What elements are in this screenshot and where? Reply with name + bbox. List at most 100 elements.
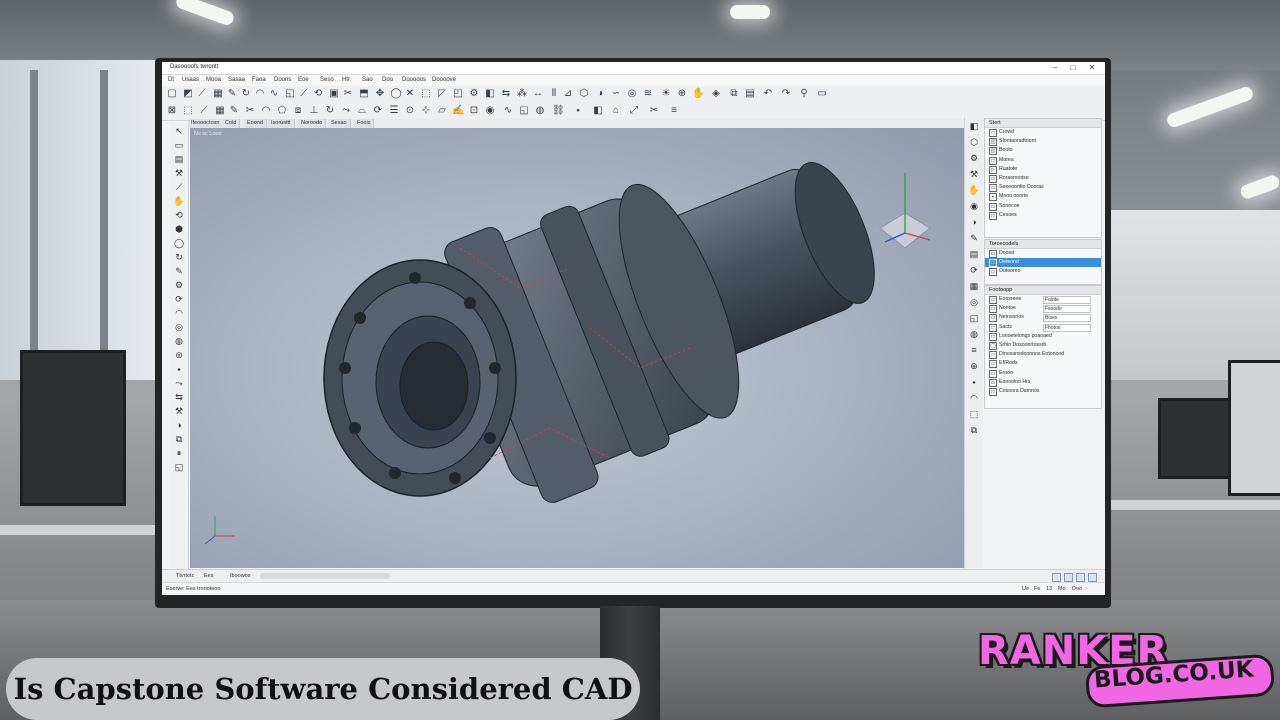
snap-icon[interactable]: ⊠ (166, 105, 178, 117)
axis-icon[interactable]: ⊹ (420, 105, 432, 117)
loop-icon[interactable]: ⟲ (172, 210, 186, 221)
note-icon[interactable]: ✍ (452, 105, 464, 117)
horizontal-scrollbar[interactable] (260, 573, 390, 579)
cut-icon[interactable]: ✂ (648, 105, 660, 117)
section-icon[interactable]: ◑ (967, 216, 981, 228)
assembly-icon[interactable]: ⧉ (172, 434, 186, 445)
line-icon[interactable]: ⟋ (198, 105, 210, 117)
tab-2[interactable]: Cold (222, 119, 241, 128)
select-icon[interactable]: ⬚ (420, 88, 432, 100)
pattern-icon[interactable]: ⁂ (516, 88, 528, 100)
circle-icon[interactable]: ◯ (172, 238, 186, 249)
tab-1[interactable]: Ifeoooctosn (188, 119, 224, 128)
refresh-icon[interactable]: ⟳ (172, 294, 186, 305)
display-row[interactable]: ▭ Outoomo (985, 267, 1101, 277)
box-icon[interactable]: ◱ (172, 462, 186, 473)
menu-item[interactable]: Doooove (432, 77, 456, 83)
loop-icon[interactable]: ⟲ (312, 88, 324, 100)
rotate-icon[interactable]: ↻ (172, 252, 186, 263)
redo-icon[interactable]: ↷ (780, 88, 792, 100)
circle-icon[interactable]: ◯ (390, 88, 402, 100)
param-input[interactable]: Bises (1043, 314, 1091, 323)
sweep-icon[interactable]: ⤳ (172, 378, 186, 389)
chain-icon[interactable]: ⛓ (552, 105, 565, 117)
hole-icon[interactable]: ⊚ (172, 350, 186, 361)
option-row[interactable]: □ Lonoetelongs poaoaed (985, 332, 1101, 341)
plane-icon[interactable]: ▱ (436, 105, 448, 117)
menu-item[interactable]: Usaas (182, 77, 199, 83)
pointer-icon[interactable]: ↖ (172, 126, 186, 137)
line-icon[interactable]: ⟋ (196, 88, 208, 100)
wrench-icon[interactable]: ⚒ (967, 168, 981, 180)
rotate-icon[interactable]: ↻ (324, 105, 336, 117)
pause-icon[interactable]: ⏸ (172, 448, 186, 459)
move-icon[interactable]: ✥ (374, 88, 386, 100)
view-icon[interactable]: ◧ (484, 88, 496, 100)
option-row[interactable]: ▭ Ef/Rods (985, 359, 1101, 369)
tab-6[interactable]: Sesao (328, 119, 351, 128)
wireframe-icon[interactable]: ⬡ (967, 136, 981, 148)
grid-icon[interactable]: ▦ (212, 88, 224, 100)
sphere-icon[interactable]: ◍ (534, 105, 546, 117)
extrude-icon[interactable]: ⬒ (358, 88, 370, 100)
fillet-icon[interactable]: ◠ (254, 88, 266, 100)
pencil-icon[interactable]: ✎ (228, 105, 240, 117)
shell-icon[interactable]: ◰ (452, 88, 464, 100)
param-input[interactable]: Folote (1043, 296, 1091, 304)
revolve-icon[interactable]: ⟳ (372, 105, 384, 117)
wireframe-icon[interactable]: ⬡ (578, 88, 590, 100)
box-icon[interactable]: ◱ (518, 105, 530, 117)
tag-icon[interactable]: ⬩ (172, 364, 186, 375)
cross-icon[interactable]: ✕ (404, 88, 416, 100)
arc-icon[interactable]: ◠ (260, 105, 272, 117)
zoom-icon[interactable]: ⊕ (967, 360, 981, 372)
layer-icon[interactable]: ☰ (388, 105, 400, 117)
grid-icon[interactable]: ▦ (967, 280, 981, 292)
constraint-icon[interactable]: ⊥ (308, 105, 320, 117)
cube-icon[interactable]: ⬢ (172, 224, 186, 235)
wrench-icon[interactable]: ⚒ (172, 406, 186, 417)
line-icon[interactable]: ⟋ (172, 182, 186, 193)
pan-icon[interactable]: ✋ (692, 88, 704, 100)
tree-row[interactable]: ▪ Mnoo ooorte (985, 192, 1101, 202)
status-mode[interactable]: Iboowos (230, 573, 251, 579)
cad-model[interactable] (190, 128, 964, 568)
box-icon[interactable]: ◱ (284, 88, 296, 100)
point-icon[interactable]: ⊙ (404, 105, 416, 117)
list-icon[interactable]: ≡ (967, 344, 981, 356)
view-icon[interactable]: ◧ (967, 120, 981, 132)
rectangle-icon[interactable]: ▭ (172, 140, 186, 151)
dimension-icon[interactable]: ↔ (532, 88, 544, 100)
display-row[interactable]: ▭ Doosd (985, 249, 1101, 258)
measure-icon[interactable]: ⊿ (562, 88, 574, 100)
menu-item[interactable]: Sasaa (228, 77, 245, 83)
render-icon[interactable]: ☀ (660, 88, 672, 100)
sphere-icon[interactable]: ◍ (967, 328, 981, 340)
tree-row[interactable]: □ Cesoes (985, 211, 1101, 220)
camera-icon[interactable]: ◉ (484, 105, 496, 117)
polygon-icon[interactable]: ⬠ (276, 105, 288, 117)
curve-icon[interactable]: ∿ (502, 105, 514, 117)
hand-icon[interactable]: ✋ (967, 184, 981, 196)
select-icon[interactable]: ⬚ (182, 105, 194, 117)
option-row[interactable]: ▭ Erooo (985, 369, 1101, 378)
menu-item[interactable]: Htr (342, 77, 350, 83)
tab-3[interactable]: Eoond (244, 119, 267, 128)
menu-item[interactable]: Doons (274, 77, 291, 83)
target-icon[interactable]: ◎ (967, 296, 981, 308)
box-icon[interactable]: ◱ (967, 312, 981, 324)
display-icon[interactable]: ▭ (816, 88, 828, 100)
param-input[interactable]: Fhotoo (1043, 323, 1091, 332)
view-icon[interactable]: ◧ (592, 105, 604, 117)
3d-viewport[interactable]: Ns sc Looo (190, 128, 964, 568)
menu-item[interactable]: Dt (168, 77, 174, 83)
fillet-icon[interactable]: ◠ (172, 308, 186, 319)
assembly-icon[interactable]: ⧉ (967, 424, 981, 436)
undo-icon[interactable]: ↶ (762, 88, 774, 100)
curve-icon[interactable]: ∿ (268, 88, 280, 100)
tree-row[interactable]: ▭ Sonecoe (985, 202, 1101, 211)
option-row[interactable]: □ Dinoxansdoonnos Eotonood (985, 350, 1101, 360)
mirror-icon[interactable]: ⇆ (500, 88, 512, 100)
layers-icon[interactable]: ▤ (172, 154, 186, 165)
mirror-icon[interactable]: ⇆ (172, 392, 186, 403)
